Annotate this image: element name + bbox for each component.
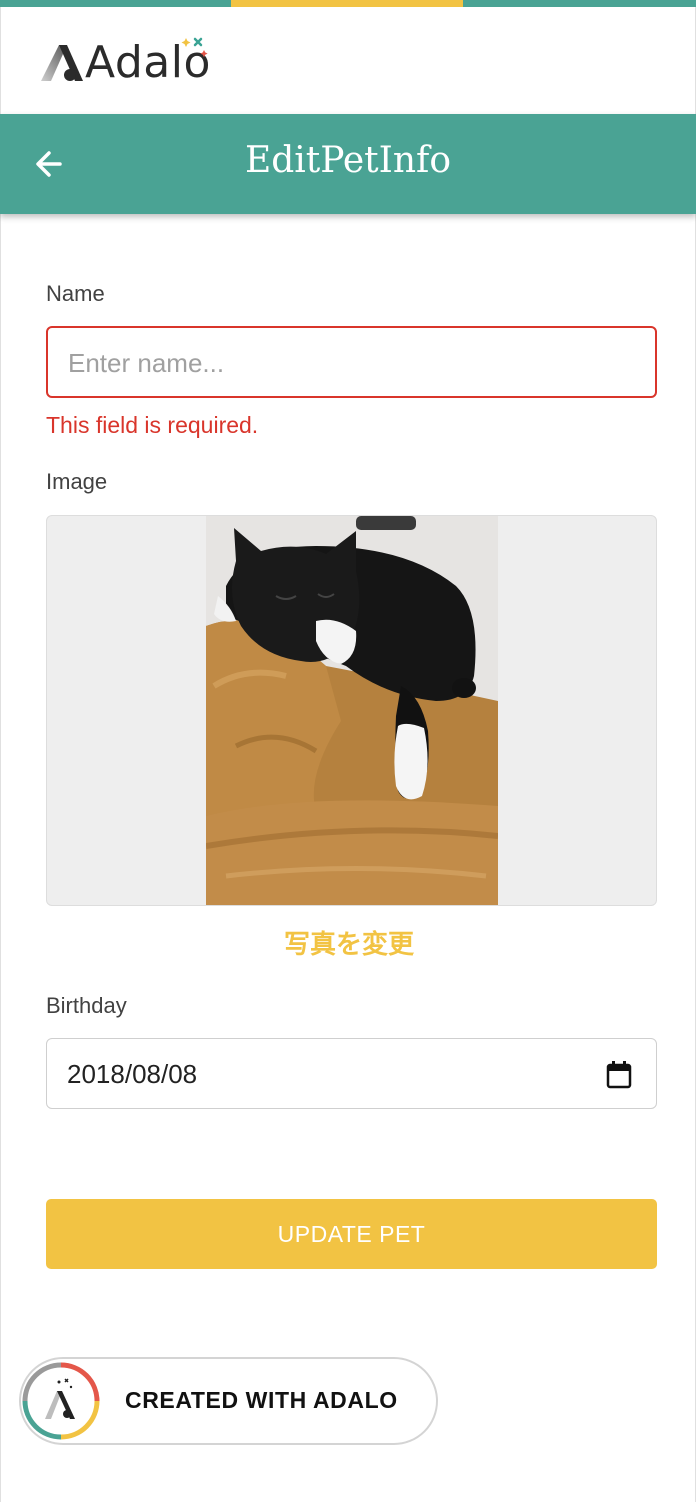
brand-header: Adalo: [0, 7, 696, 114]
name-input[interactable]: Enter name...: [46, 326, 657, 398]
name-input-placeholder: Enter name...: [68, 348, 225, 378]
birthday-label: Birthday: [46, 993, 127, 1018]
change-photo-button[interactable]: 写真を変更: [1, 924, 696, 961]
pet-photo: [206, 516, 498, 905]
app-bar: EditPetInfo: [0, 114, 696, 214]
edit-pet-form: Name Enter name... This field is require…: [0, 214, 696, 1502]
created-with-adalo-badge[interactable]: CREATED WITH ADALO: [19, 1357, 438, 1445]
adalo-badge-icon: [22, 1362, 100, 1440]
image-picker[interactable]: [46, 515, 657, 906]
strip-segment-teal: [0, 0, 231, 7]
page-title: EditPetInfo: [244, 140, 452, 181]
sparkle-icon: [181, 37, 208, 58]
strip-segment-yellow: [231, 0, 463, 7]
name-label: Name: [46, 281, 105, 306]
birthday-date-input[interactable]: 2018/08/08: [46, 1038, 657, 1109]
adalo-logo: Adalo: [37, 35, 217, 88]
image-label: Image: [46, 469, 108, 494]
update-pet-button[interactable]: UPDATE PET: [46, 1199, 657, 1269]
top-color-strip: [0, 0, 696, 7]
strip-segment-teal-right: [463, 0, 696, 7]
calendar-icon[interactable]: [606, 1061, 632, 1089]
birthday-value: 2018/08/08: [67, 1059, 198, 1089]
adalo-a-mark-icon: [41, 45, 83, 81]
name-error-message: This field is required.: [46, 412, 259, 438]
badge-label: CREATED WITH ADALO: [125, 1387, 398, 1413]
